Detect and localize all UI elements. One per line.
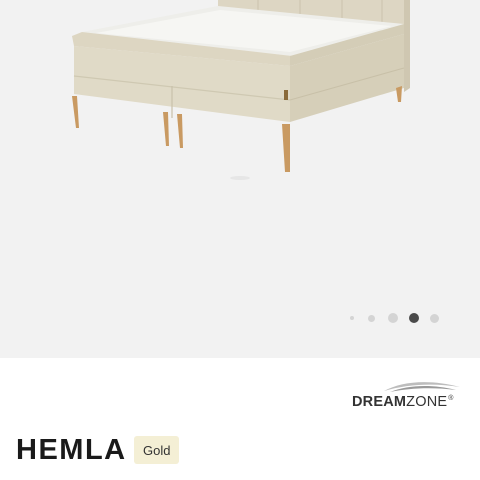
registered-mark: ®: [448, 395, 454, 402]
carousel-dot-5[interactable]: [430, 313, 439, 323]
carousel-dot-4-active[interactable]: [409, 313, 419, 323]
tier-badge: Gold: [134, 436, 180, 464]
product-image-gallery[interactable]: [0, 0, 480, 358]
bed-product-image[interactable]: [0, 0, 480, 358]
brand-wordmark: DREAMZONE®: [352, 394, 454, 410]
brand-logo: DREAMZONE®: [352, 378, 464, 412]
carousel-dot-3[interactable]: [388, 313, 398, 323]
carousel-dot-2[interactable]: [368, 314, 375, 322]
product-title: HEMLA: [16, 434, 127, 466]
carousel-pagination: [350, 312, 439, 324]
brand-swoosh-icon: [384, 382, 460, 392]
carousel-dot-1[interactable]: [350, 316, 354, 320]
brand-name-regular: ZONE: [406, 394, 448, 410]
brand-name-bold: DREAM: [352, 394, 407, 410]
